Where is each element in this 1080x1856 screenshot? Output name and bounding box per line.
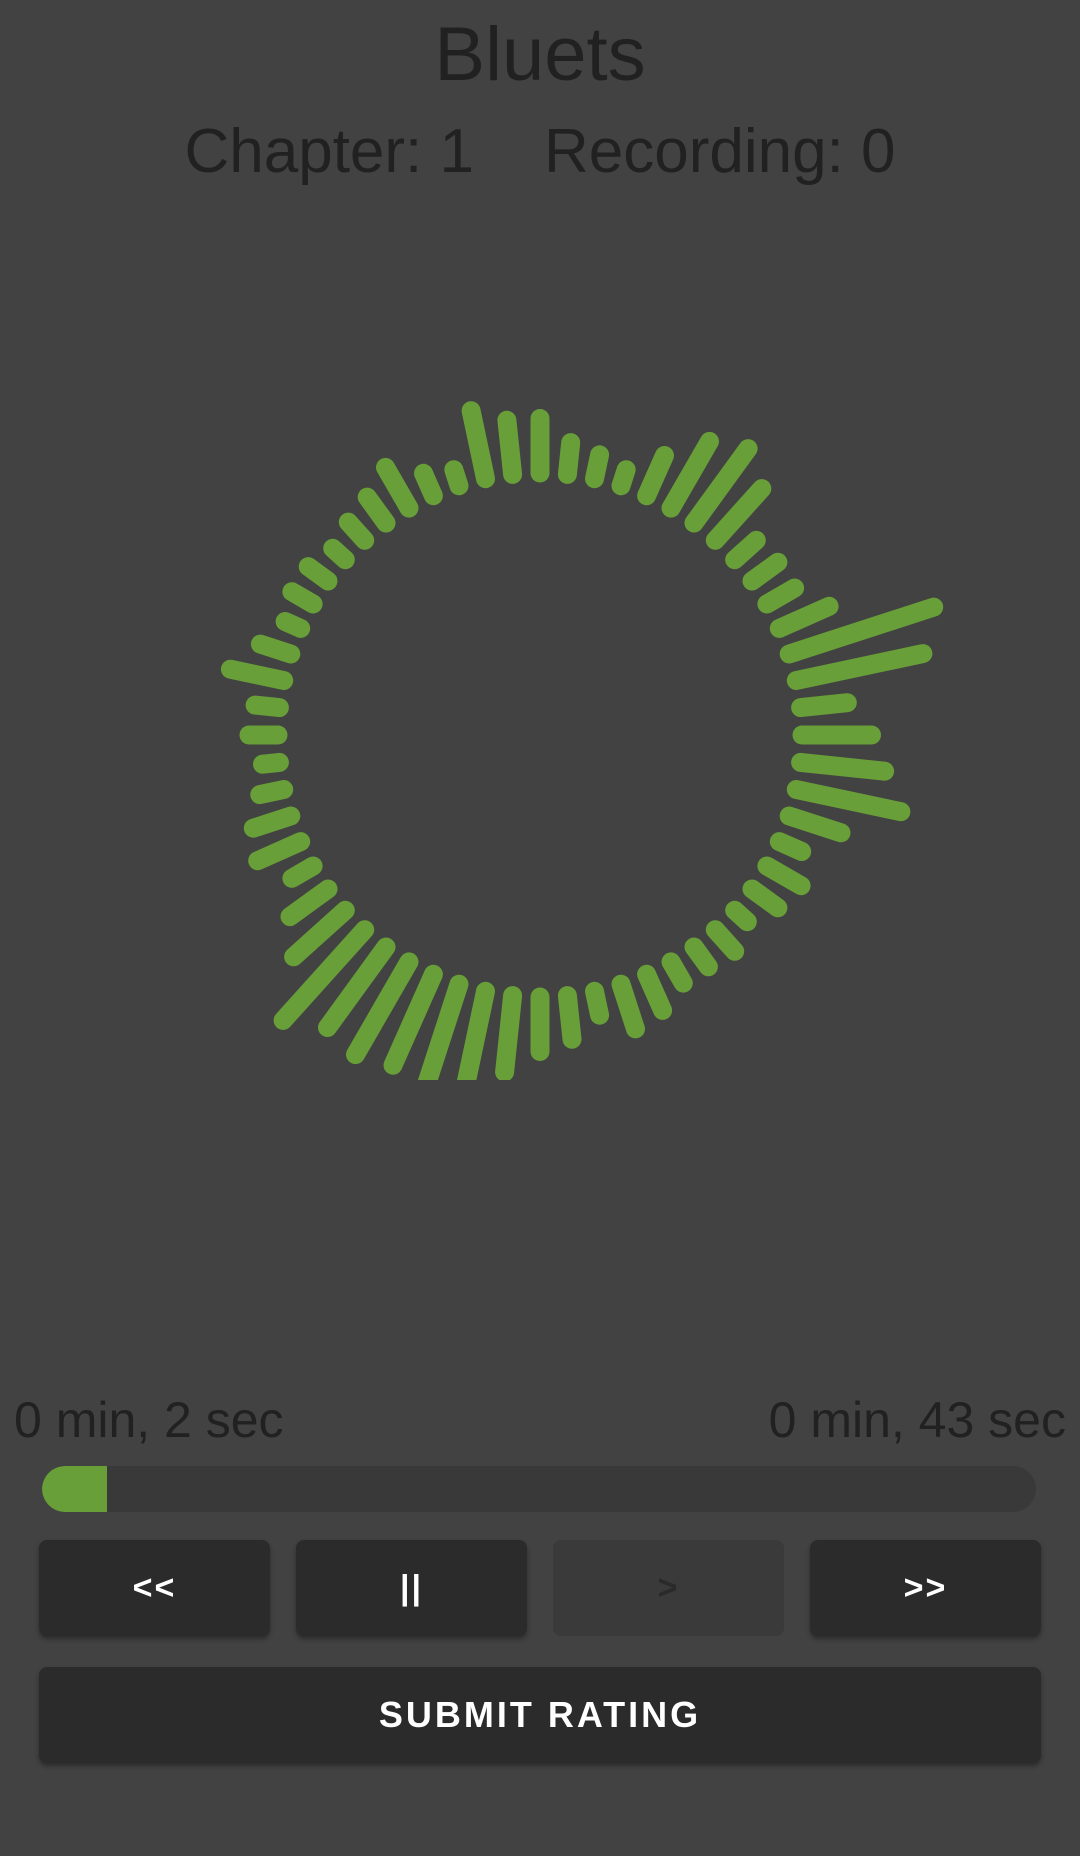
elapsed-time: 0 min, 2 sec — [14, 1392, 284, 1448]
visualizer-bar — [282, 582, 323, 614]
visualizer-bar — [791, 752, 895, 781]
visualizer-bar — [637, 964, 673, 1020]
visualizer-bar — [298, 557, 338, 591]
recording-label: Recording: 0 — [543, 117, 896, 186]
visualizer-bar — [338, 512, 375, 550]
visualizer-bar — [250, 634, 301, 664]
player-screen: Bluets Chapter: 1 Recording: 0 0 min, 2 s… — [0, 0, 1080, 1856]
visualizer-bar — [495, 986, 523, 1080]
visualizer-bar — [585, 445, 610, 489]
visualizer-bar — [661, 952, 693, 993]
visualizer-bar — [637, 446, 674, 506]
visualizer-bar — [786, 780, 911, 822]
visualizer-bar — [457, 981, 495, 1080]
visualizer-bar — [557, 986, 582, 1049]
visualizer-bar — [725, 900, 757, 932]
chapter-recording-info: Chapter: 1 Recording: 0 — [0, 112, 1080, 192]
visualizer-bar — [282, 856, 323, 888]
playback-controls: << || > >> — [39, 1540, 1041, 1636]
visualizer-bar — [769, 832, 812, 861]
visualizer-bar — [414, 463, 443, 506]
visualizer-bar — [275, 612, 311, 638]
submit-rating-button[interactable]: SUBMIT RATING — [39, 1667, 1041, 1763]
visualizer-bar — [742, 552, 788, 591]
visualizer-bar — [786, 644, 933, 690]
visualizer-bar — [769, 596, 839, 638]
pause-button[interactable]: || — [296, 1540, 527, 1636]
visualizer-bar — [444, 460, 469, 496]
visualizer-bar — [742, 879, 788, 918]
playback-progress-bar[interactable] — [42, 1466, 1036, 1512]
visualizer-bar — [611, 974, 645, 1039]
total-time: 0 min, 43 sec — [768, 1392, 1066, 1448]
visualizer-bar — [705, 920, 745, 961]
visualizer-bar — [779, 806, 851, 843]
visualizer-bar — [684, 937, 718, 977]
fast-forward-button[interactable]: >> — [810, 1540, 1041, 1636]
audio-visualizer — [220, 401, 944, 1080]
visualizer-bar — [357, 487, 396, 533]
progress-fill — [42, 1466, 107, 1512]
visualizer-bar — [611, 460, 636, 496]
visualizer-bar — [585, 981, 610, 1025]
visualizer-bar — [323, 538, 355, 570]
visualizer-bar — [280, 879, 338, 927]
visualizer-bar — [497, 410, 523, 484]
visualizer-bar — [248, 832, 311, 871]
visualizer-bar — [250, 780, 294, 805]
page-title: Bluets — [434, 12, 646, 97]
play-button[interactable]: > — [553, 1540, 784, 1636]
chapter-label: Chapter: 1 — [184, 117, 474, 186]
visualizer-bar — [253, 752, 289, 774]
visualizer-bar — [376, 457, 419, 518]
visualizer-bar — [725, 530, 766, 570]
visualizer-bar — [757, 856, 811, 896]
visualizer-bar — [461, 401, 495, 489]
visualizer-bar — [243, 806, 301, 838]
visualizer-bar — [220, 659, 294, 690]
rewind-button[interactable]: << — [39, 1540, 270, 1636]
visualizer-bar — [791, 693, 857, 718]
visualizer-bar — [557, 433, 581, 484]
visualizer-bar — [245, 695, 289, 718]
visualizer-bar — [757, 578, 805, 614]
